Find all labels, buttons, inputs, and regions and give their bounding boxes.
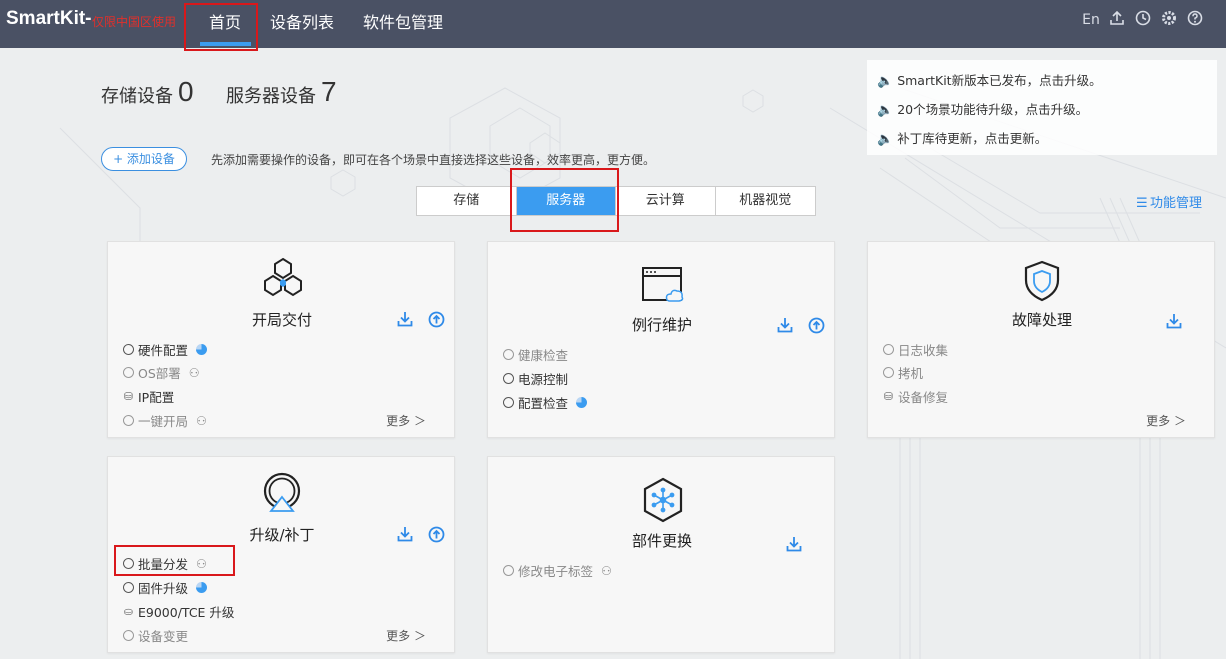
database-icon: ⛁ bbox=[883, 390, 894, 403]
hexagon-cluster-icon bbox=[264, 257, 302, 297]
download-icon[interactable] bbox=[786, 536, 802, 556]
tab-cloud[interactable]: 云计算 bbox=[616, 187, 716, 215]
list-item[interactable]: 硬件配置 bbox=[123, 340, 208, 359]
card-part-replacement: 部件更换 修改电子标签 ⚇ bbox=[487, 456, 835, 653]
radio-button[interactable] bbox=[123, 582, 134, 593]
top-toolbar: En bbox=[1082, 10, 1204, 30]
gear-icon[interactable] bbox=[1160, 10, 1178, 30]
cloud-upgrade-icon: ⛀ bbox=[123, 605, 134, 618]
speaker-icon: 🔈 bbox=[877, 103, 894, 118]
list-item[interactable]: 健康检查 bbox=[503, 345, 568, 364]
list-icon: ☰ bbox=[1136, 196, 1148, 211]
add-device-hint: 先添加需要操作的设备，即可在各个场景中直接选择这些设备，效率更高，更方便。 bbox=[211, 153, 656, 167]
list-item[interactable]: 设备变更 bbox=[123, 626, 188, 645]
progress-pie-icon bbox=[196, 582, 208, 593]
notice-panel: 🔈 SmartKit新版本已发布，点击升级。 🔈 20个场景功能待升级，点击升级。 … bbox=[867, 60, 1217, 155]
function-management-link[interactable]: ☰ 功能管理 bbox=[1136, 192, 1202, 211]
notice-item[interactable]: 🔈 补丁库待更新，点击更新。 bbox=[877, 128, 1047, 147]
database-icon: ⛁ bbox=[123, 390, 134, 403]
speaker-icon: 🔈 bbox=[877, 132, 894, 147]
download-icon[interactable] bbox=[397, 526, 413, 546]
card-title: 升级/补丁 bbox=[249, 526, 315, 544]
tab-storage[interactable]: 存储 bbox=[417, 187, 517, 215]
speaker-icon: 🔈 bbox=[877, 74, 894, 89]
download-icon[interactable] bbox=[777, 317, 793, 337]
network-hexagon-icon bbox=[643, 477, 683, 523]
region-note: 仅限中国区使用 bbox=[92, 15, 177, 29]
list-item[interactable]: 拷机 bbox=[883, 363, 923, 382]
card-title: 故障处理 bbox=[1011, 311, 1072, 329]
radio-button[interactable] bbox=[883, 367, 894, 378]
card-fault-handling: 故障处理 日志收集 拷机 ⛁ 设备修复 更多 ＞ bbox=[867, 241, 1215, 438]
card-title: 部件更换 bbox=[631, 532, 692, 550]
user-icon: ⚇ bbox=[601, 563, 612, 578]
clock-icon[interactable] bbox=[1134, 10, 1152, 30]
card-title: 例行维护 bbox=[631, 316, 692, 334]
nav-package-management[interactable]: 软件包管理 bbox=[363, 9, 443, 33]
upgrade-circle-icon bbox=[263, 472, 301, 512]
tab-machine-vision[interactable]: 机器视觉 bbox=[716, 187, 816, 215]
list-item[interactable]: ⛁ IP配置 bbox=[123, 387, 174, 406]
progress-pie-icon bbox=[576, 397, 588, 408]
list-item[interactable]: ⛁ 设备修复 bbox=[883, 387, 948, 406]
list-item[interactable]: 日志收集 bbox=[883, 340, 948, 359]
download-icon[interactable] bbox=[397, 311, 413, 331]
upgrade-icon[interactable] bbox=[428, 526, 445, 547]
user-icon: ⚇ bbox=[188, 365, 200, 380]
server-count-value: 7 bbox=[321, 76, 337, 107]
card-title: 开局交付 bbox=[251, 311, 312, 329]
list-item[interactable]: 固件升级 bbox=[123, 578, 208, 597]
shield-icon bbox=[1024, 260, 1060, 302]
upgrade-icon[interactable] bbox=[428, 311, 445, 332]
storage-count-value: 0 bbox=[178, 76, 194, 107]
help-icon[interactable] bbox=[1186, 10, 1204, 30]
radio-button[interactable] bbox=[123, 415, 134, 426]
list-item[interactable]: 一键开局 ⚇ bbox=[123, 411, 207, 430]
list-item[interactable]: 配置检查 bbox=[503, 393, 588, 412]
radio-button[interactable] bbox=[123, 367, 134, 378]
progress-pie-icon bbox=[196, 344, 208, 355]
radio-button[interactable] bbox=[503, 373, 514, 384]
download-icon[interactable] bbox=[1166, 313, 1182, 333]
radio-button[interactable] bbox=[503, 397, 514, 408]
radio-button[interactable] bbox=[503, 565, 514, 576]
radio-button[interactable] bbox=[123, 630, 134, 641]
list-item[interactable]: ⛀ E9000/TCE 升级 bbox=[123, 602, 235, 621]
app-brand: SmartKit- bbox=[6, 8, 92, 29]
more-link[interactable]: 更多 ＞ bbox=[386, 412, 426, 429]
list-item[interactable]: 修改电子标签 ⚇ bbox=[503, 561, 612, 580]
radio-button[interactable] bbox=[503, 349, 514, 360]
notice-item[interactable]: 🔈 SmartKit新版本已发布，点击升级。 bbox=[877, 70, 1102, 89]
storage-count-label: 存储设备 bbox=[101, 86, 173, 107]
browser-cloud-icon bbox=[642, 267, 684, 302]
more-link[interactable]: 更多 ＞ bbox=[1146, 412, 1186, 429]
list-item[interactable]: OS部署 ⚇ bbox=[123, 363, 200, 382]
highlight-box-batch-distribute bbox=[114, 545, 235, 576]
list-item[interactable]: 电源控制 bbox=[503, 369, 568, 388]
server-count-label: 服务器设备 bbox=[226, 86, 316, 107]
card-open-delivery: 开局交付 硬件配置 OS部署 ⚇ ⛁ IP配置 一键开局 ⚇ 更多 ＞ bbox=[107, 241, 455, 438]
nav-device-list[interactable]: 设备列表 bbox=[270, 9, 334, 33]
radio-button[interactable] bbox=[883, 344, 894, 355]
user-icon: ⚇ bbox=[196, 413, 207, 428]
add-device-button[interactable]: + 添加设备 bbox=[101, 147, 187, 171]
highlight-box-server-tab bbox=[510, 168, 619, 232]
notice-item[interactable]: 🔈 20个场景功能待升级，点击升级。 bbox=[877, 99, 1088, 118]
upgrade-icon[interactable] bbox=[808, 317, 825, 338]
card-routine-maintenance: 例行维护 健康检查 电源控制 配置检查 bbox=[487, 241, 835, 438]
language-toggle[interactable]: En bbox=[1082, 12, 1100, 28]
radio-button[interactable] bbox=[123, 344, 134, 355]
upload-icon[interactable] bbox=[1108, 10, 1126, 30]
highlight-box-home bbox=[184, 3, 258, 51]
more-link[interactable]: 更多 ＞ bbox=[386, 627, 426, 644]
